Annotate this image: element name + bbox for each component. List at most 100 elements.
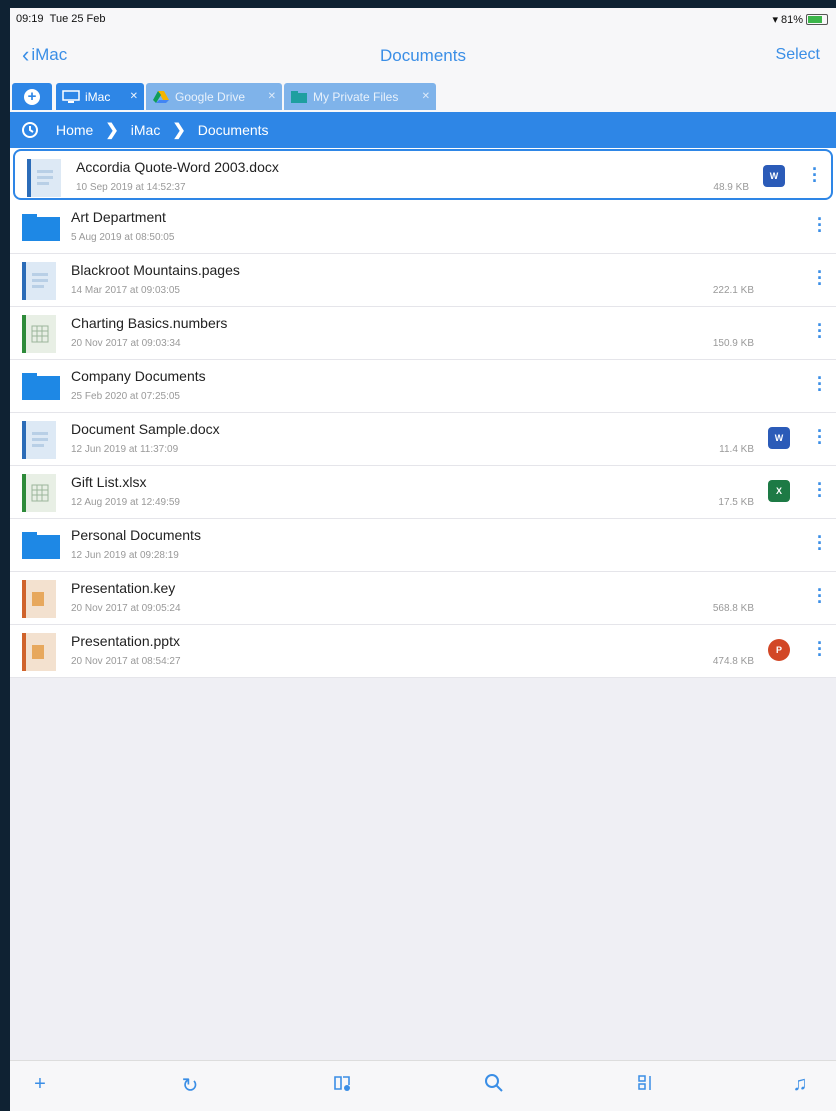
search-icon[interactable] [480,1073,508,1099]
add-tab-button[interactable]: + [12,83,52,110]
document-file-icon [22,421,56,459]
powerpoint-app-icon[interactable]: P [768,639,790,661]
breadcrumb-documents[interactable]: Documents [198,122,269,138]
status-right: ▾ 81% [772,13,828,26]
presentation-file-icon [22,580,56,618]
file-size: 150.9 KB [712,338,754,349]
tab-my-private-files[interactable]: My Private Files ✕ [284,83,436,110]
chevron-right-icon: ❯ [105,122,119,139]
file-size: 17.5 KB [718,497,754,508]
close-tab-icon[interactable]: ✕ [130,91,138,102]
tab-label: My Private Files [313,89,399,104]
file-size: 48.9 KB [713,182,749,193]
file-name: Company Documents [71,368,206,384]
tab-label: iMac [85,89,111,104]
close-tab-icon[interactable]: ✕ [268,91,276,102]
file-size: 222.1 KB [712,285,754,296]
breadcrumb-home[interactable]: Home [56,122,93,138]
file-row[interactable]: Company Documents 25 Feb 2020 at 07:25:05… [10,360,836,413]
document-file-icon [22,262,56,300]
wifi-icon: ▾ [772,14,778,26]
chevron-right-icon: ❯ [172,122,186,139]
more-options-icon[interactable]: · · · [814,634,826,664]
folder-icon [290,90,308,104]
file-date: 12 Jun 2019 at 11:37:09 [71,444,179,455]
plus-icon[interactable]: + [26,1073,54,1096]
more-options-icon[interactable]: · · · [814,528,826,558]
plus-circle-icon: + [24,88,40,105]
file-name: Presentation.pptx [71,633,180,649]
file-row[interactable]: Blackroot Mountains.pages 14 Mar 2017 at … [10,254,836,307]
excel-app-icon[interactable]: X [768,480,790,502]
word-app-icon[interactable]: W [763,165,785,187]
word-app-icon[interactable]: W [768,427,790,449]
file-date: 14 Mar 2017 at 09:03:05 [71,285,180,296]
tab-google-drive[interactable]: Google Drive ✕ [146,83,282,110]
monitor-icon [62,89,80,104]
spreadsheet-file-icon [22,474,56,512]
document-file-icon [27,159,61,197]
file-row[interactable]: Personal Documents 12 Jun 2019 at 09:28:1… [10,519,836,572]
bottom-toolbar: + ↻ ♫ [10,1060,836,1111]
file-row[interactable]: Presentation.pptx 20 Nov 2017 at 08:54:27… [10,625,836,678]
file-row[interactable]: Document Sample.docx 12 Jun 2019 at 11:37… [10,413,836,466]
file-date: 5 Aug 2019 at 08:50:05 [71,232,175,243]
breadcrumb-imac[interactable]: iMac [131,122,161,138]
file-date: 12 Jun 2019 at 09:28:19 [71,550,179,561]
file-date: 25 Feb 2020 at 07:25:05 [71,391,180,402]
battery-percent: 81% [780,13,803,26]
file-date: 20 Nov 2017 at 09:03:34 [71,338,181,349]
tab-label: Google Drive [175,89,246,104]
file-date: 10 Sep 2019 at 14:52:37 [76,182,186,193]
music-icon[interactable]: ♫ [786,1073,814,1096]
file-name: Personal Documents [71,527,201,543]
presentation-file-icon [22,633,56,671]
file-row[interactable]: Art Department 5 Aug 2019 at 08:50:05 · · · [10,201,836,254]
google-drive-icon [152,90,170,104]
tab-bar: + iMac ✕ Google Drive ✕ My Private Files… [10,80,836,112]
tab-imac[interactable]: iMac ✕ [56,83,144,110]
spreadsheet-file-icon [22,315,56,353]
file-name: Accordia Quote-Word 2003.docx [76,159,279,175]
status-bar: 09:19 Tue 25 Feb ▾ 81% [10,8,836,30]
file-row[interactable]: Presentation.key 20 Nov 2017 at 09:05:24 5… [10,572,836,625]
select-button[interactable]: Select [776,46,820,64]
file-list: Accordia Quote-Word 2003.docx 10 Sep 2019… [10,148,836,678]
file-name: Charting Basics.numbers [71,315,228,331]
more-options-icon[interactable]: · · · [814,475,826,505]
file-name: Gift List.xlsx [71,474,147,490]
page-title: Documents [380,46,466,65]
file-size: 568.8 KB [712,603,754,614]
close-tab-icon[interactable]: ✕ [422,91,430,102]
battery-icon [806,14,828,25]
file-row[interactable]: Gift List.xlsx 12 Aug 2019 at 12:49:59 17.… [10,466,836,519]
more-options-icon[interactable]: · · · [814,422,826,452]
more-options-icon[interactable]: · · · [814,263,826,293]
folder-icon [22,209,60,247]
folder-icon [22,368,60,406]
file-name: Blackroot Mountains.pages [71,262,240,278]
file-size: 11.4 KB [719,444,754,455]
file-date: 20 Nov 2017 at 09:05:24 [71,603,181,614]
file-size: 474.8 KB [712,656,754,667]
more-options-icon[interactable]: · · · [814,316,826,346]
bookmark-icon[interactable] [328,1073,356,1099]
more-options-icon[interactable]: · · · [814,210,826,240]
app-frame: 09:19 Tue 25 Feb ▾ 81% ‹ iMac Documents … [10,8,836,1111]
file-name: Document Sample.docx [71,421,220,437]
nav-bar: ‹ iMac Documents Select [10,30,836,80]
history-icon[interactable] [20,120,40,140]
folder-icon [22,527,60,565]
breadcrumb: Home ❯ iMac ❯ Documents [10,112,836,148]
refresh-icon[interactable]: ↻ [176,1073,204,1098]
more-options-icon[interactable]: · · · [814,581,826,611]
file-name: Art Department [71,209,166,225]
file-row[interactable]: Accordia Quote-Word 2003.docx 10 Sep 2019… [13,149,833,200]
sort-icon[interactable] [632,1073,660,1099]
file-date: 12 Aug 2019 at 12:49:59 [71,497,180,508]
file-row[interactable]: Charting Basics.numbers 20 Nov 2017 at 09… [10,307,836,360]
more-options-icon[interactable]: · · · [809,160,821,190]
file-name: Presentation.key [71,580,176,596]
status-time: 09:19 Tue 25 Feb [16,13,106,25]
more-options-icon[interactable]: · · · [814,369,826,399]
